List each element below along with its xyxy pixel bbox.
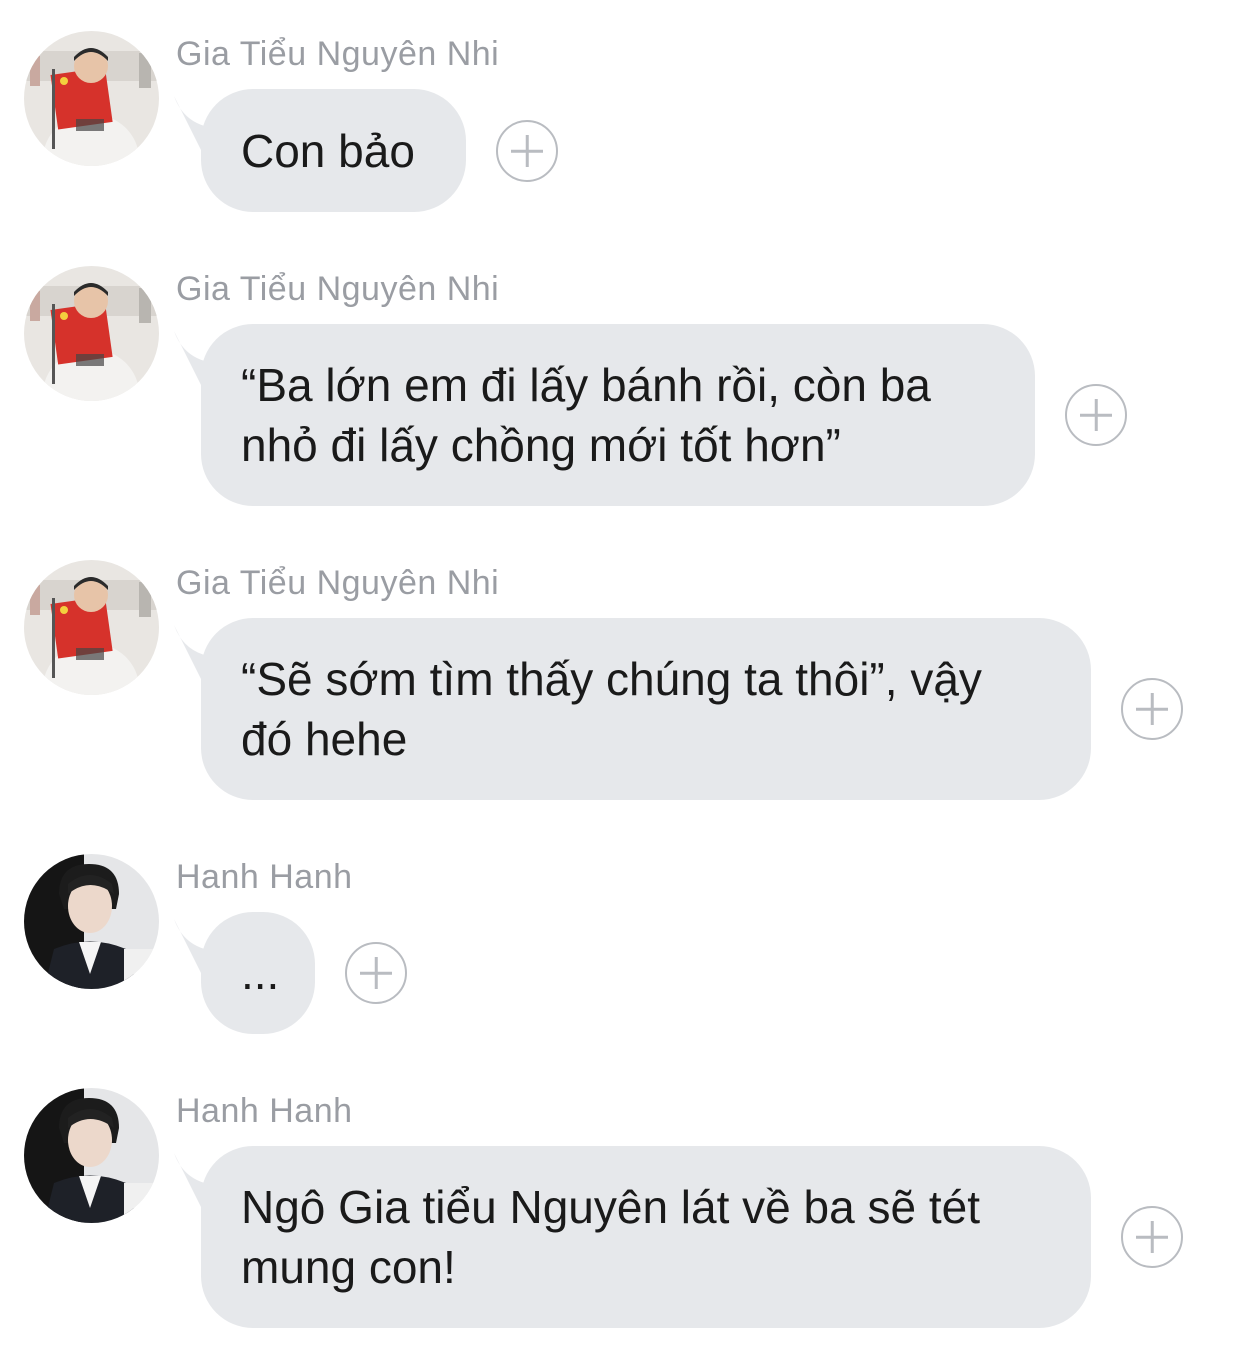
message-bubble[interactable]: Con bảo [201,89,466,212]
sender-name: Hanh Hanh [176,858,353,896]
message-text: “Sẽ sớm tìm thấy chúng ta thôi”, vậy đó … [241,653,982,765]
sender-name: Gia Tiểu Nguyên Nhi [176,564,500,602]
chat-message: Gia Tiểu Nguyên Nhi “Ba lớn em đi lấy bá… [0,266,1242,506]
message-text: ... [241,947,280,999]
message-text: “Ba lớn em đi lấy bánh rồi, còn ba nhỏ đ… [241,359,931,471]
plus-circle-icon[interactable] [1121,678,1183,740]
message-bubble[interactable]: “Ba lớn em đi lấy bánh rồi, còn ba nhỏ đ… [201,324,1035,506]
plus-circle-icon[interactable] [1065,384,1127,446]
chat-message: Hanh Hanh ... [0,854,1242,1034]
chat-message: Hanh Hanh Ngô Gia tiểu Nguyên lát về ba … [0,1088,1242,1330]
avatar[interactable] [24,1088,159,1223]
plus-circle-icon[interactable] [345,942,407,1004]
chat-message: Gia Tiểu Nguyên Nhi “Sẽ sớm tìm thấy chú… [0,560,1242,800]
message-bubble[interactable]: “Sẽ sớm tìm thấy chúng ta thôi”, vậy đó … [201,618,1091,800]
plus-circle-icon[interactable] [1121,1206,1183,1268]
avatar[interactable] [24,266,159,401]
avatar[interactable] [24,31,159,166]
sender-name: Hanh Hanh [176,1092,353,1130]
avatar[interactable] [24,560,159,695]
message-bubble[interactable]: ... [201,912,315,1034]
message-bubble[interactable]: Ngô Gia tiểu Nguyên lát về ba sẽ tét mun… [201,1146,1091,1328]
message-text: Ngô Gia tiểu Nguyên lát về ba sẽ tét mun… [241,1181,980,1293]
plus-circle-icon[interactable] [496,120,558,182]
sender-name: Gia Tiểu Nguyên Nhi [176,35,500,73]
message-text: Con bảo [241,124,415,177]
sender-name: Gia Tiểu Nguyên Nhi [176,270,500,308]
chat-message: Gia Tiểu Nguyên Nhi Con bảo [0,31,1242,216]
avatar[interactable] [24,854,159,989]
